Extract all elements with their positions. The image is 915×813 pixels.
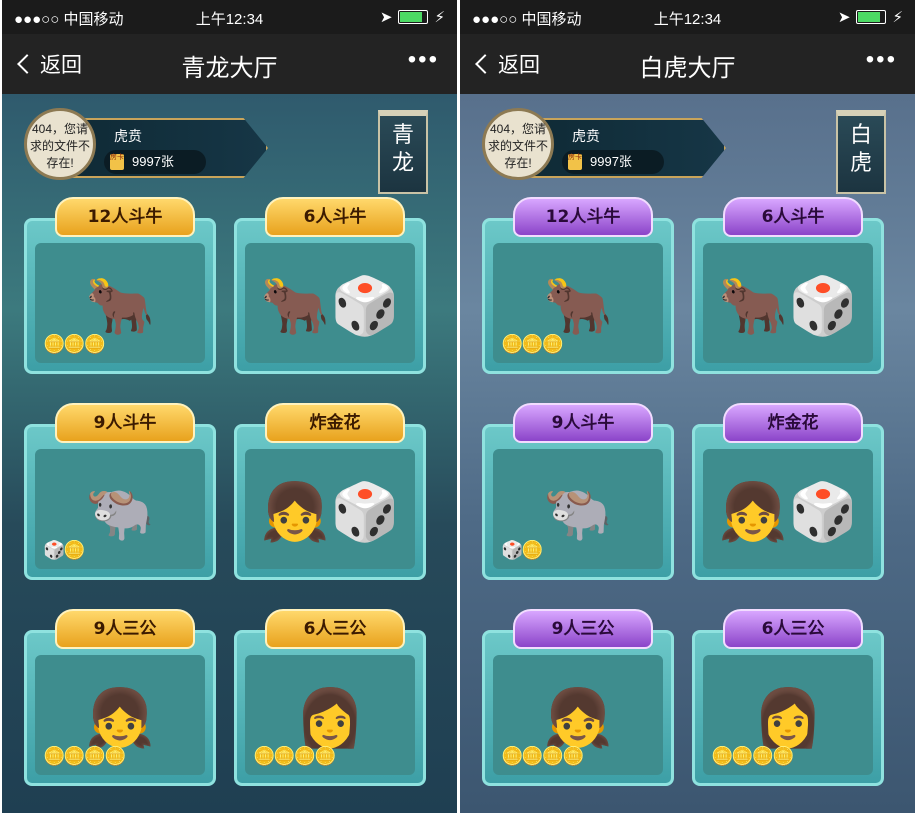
game-card-label: 6人三公 [723, 609, 863, 649]
game-card-9-sangong[interactable]: 👧 🪙🪙🪙🪙 9人三公 [24, 609, 216, 786]
game-card-9-niuniu[interactable]: 🐃 🎲🪙 9人斗牛 [24, 403, 216, 580]
game-card-6-niuniu[interactable]: 🐂🎲 6人斗牛 [692, 197, 884, 374]
game-card-6-sangong[interactable]: 👩 🪙🪙🪙🪙 6人三公 [234, 609, 426, 786]
room-card-count: 房卡 9997张 [562, 150, 664, 174]
battery-icon [856, 10, 887, 24]
game-card-label: 9人三公 [513, 609, 653, 649]
hall-name-banner: 白 虎 [836, 110, 886, 194]
game-card-label: 12人斗牛 [513, 197, 653, 237]
charging-icon: ⚡ [892, 9, 903, 26]
game-card-label: 6人斗牛 [723, 197, 863, 237]
hall-tag-char-2: 龙 [391, 151, 414, 176]
game-card-label: 6人三公 [265, 609, 405, 649]
bull-dice-cards-icon: 🐂🎲 [718, 274, 858, 337]
avatar[interactable]: 404，您请求的文件不存在! [24, 108, 96, 180]
game-lobby: 404，您请求的文件不存在! 虎贲 房卡 9997张 青 龙 🐂 🪙🪙🪙 12人斗… [2, 94, 457, 813]
game-card-label: 12人斗牛 [55, 197, 195, 237]
page-title: 青龙大厅 [181, 55, 278, 82]
game-card-6-sangong[interactable]: 👩 🪙🪙🪙🪙 6人三公 [692, 609, 884, 786]
battery-icon [398, 10, 429, 24]
game-card-label: 9人三公 [55, 609, 195, 649]
game-card-6-niuniu[interactable]: 🐂🎲 6人斗牛 [234, 197, 426, 374]
hall-tag-char-1: 白 [849, 123, 872, 148]
game-card-9-sangong[interactable]: 👧 🪙🪙🪙🪙 9人三公 [482, 609, 674, 786]
game-card-zhajinhua[interactable]: 👧🎲 炸金花 [692, 403, 884, 580]
chips-icon: 🎲🪙 [501, 540, 544, 560]
game-card-label: 9人斗牛 [55, 403, 195, 443]
game-card-label: 炸金花 [265, 403, 405, 443]
phone-screen-right: ●●●○○ 中国移动 上午12:34 ➤ ⚡ 返回 白虎大厅 ••• 404，您… [460, 0, 915, 813]
hall-tag-char-2: 虎 [849, 151, 872, 176]
girl-chips-icon: 👧🎲 [718, 480, 858, 543]
status-bar: ●●●○○ 中国移动 上午12:34 ➤ ⚡ [2, 0, 457, 34]
more-menu-button[interactable]: ••• [866, 46, 897, 74]
avatar[interactable]: 404，您请求的文件不存在! [482, 108, 554, 180]
room-card-count: 房卡 9997张 [104, 150, 206, 174]
location-icon: ➤ [379, 9, 393, 26]
phone-screen-left: ●●●○○ 中国移动 上午12:34 ➤ ⚡ 返回 青龙大厅 ••• 404，您… [2, 0, 457, 813]
game-card-12-niuniu[interactable]: 🐂 🪙🪙🪙 12人斗牛 [24, 197, 216, 374]
player-profile: 404，您请求的文件不存在! 虎贲 房卡 9997张 [24, 106, 276, 186]
status-bar: ●●●○○ 中国移动 上午12:34 ➤ ⚡ [460, 0, 915, 34]
room-card-number: 9997张 [590, 154, 632, 169]
game-card-label: 9人斗牛 [513, 403, 653, 443]
nav-bar: 返回 白虎大厅 ••• [460, 34, 915, 94]
coins-icon: 🪙🪙🪙🪙 [253, 746, 337, 766]
game-card-12-niuniu[interactable]: 🐂 🪙🪙🪙 12人斗牛 [482, 197, 674, 374]
room-card-icon: 房卡 [568, 154, 582, 170]
location-icon: ➤ [837, 9, 851, 26]
coins-icon: 🪙🪙🪙 [501, 334, 564, 354]
gold-ingots-icon: 🪙🪙🪙🪙 [501, 746, 585, 766]
gold-ingots-icon: 🪙🪙🪙🪙 [43, 746, 127, 766]
coins-icon: 🪙🪙🪙 [43, 334, 106, 354]
nav-bar: 返回 青龙大厅 ••• [2, 34, 457, 94]
charging-icon: ⚡ [434, 9, 445, 26]
girl-chips-icon: 👧🎲 [260, 480, 400, 543]
room-card-icon: 房卡 [110, 154, 124, 170]
player-profile: 404，您请求的文件不存在! 虎贲 房卡 9997张 [482, 106, 734, 186]
more-menu-button[interactable]: ••• [408, 46, 439, 74]
bull-dice-cards-icon: 🐂🎲 [260, 274, 400, 337]
room-card-number: 9997张 [132, 154, 174, 169]
game-lobby: 404，您请求的文件不存在! 虎贲 房卡 9997张 白 虎 🐂 🪙🪙🪙 12人斗… [460, 94, 915, 813]
game-card-label: 6人斗牛 [265, 197, 405, 237]
status-icons: ➤ ⚡ [380, 8, 445, 26]
game-card-zhajinhua[interactable]: 👧🎲 炸金花 [234, 403, 426, 580]
game-card-label: 炸金花 [723, 403, 863, 443]
hall-tag-char-1: 青 [391, 123, 414, 148]
game-card-9-niuniu[interactable]: 🐃 🎲🪙 9人斗牛 [482, 403, 674, 580]
player-name: 虎贲 [114, 128, 142, 144]
hall-name-banner: 青 龙 [378, 110, 428, 194]
chips-icon: 🎲🪙 [43, 540, 86, 560]
page-title: 白虎大厅 [639, 55, 736, 82]
player-name: 虎贲 [572, 128, 600, 144]
status-icons: ➤ ⚡ [838, 8, 903, 26]
coins-icon: 🪙🪙🪙🪙 [711, 746, 795, 766]
